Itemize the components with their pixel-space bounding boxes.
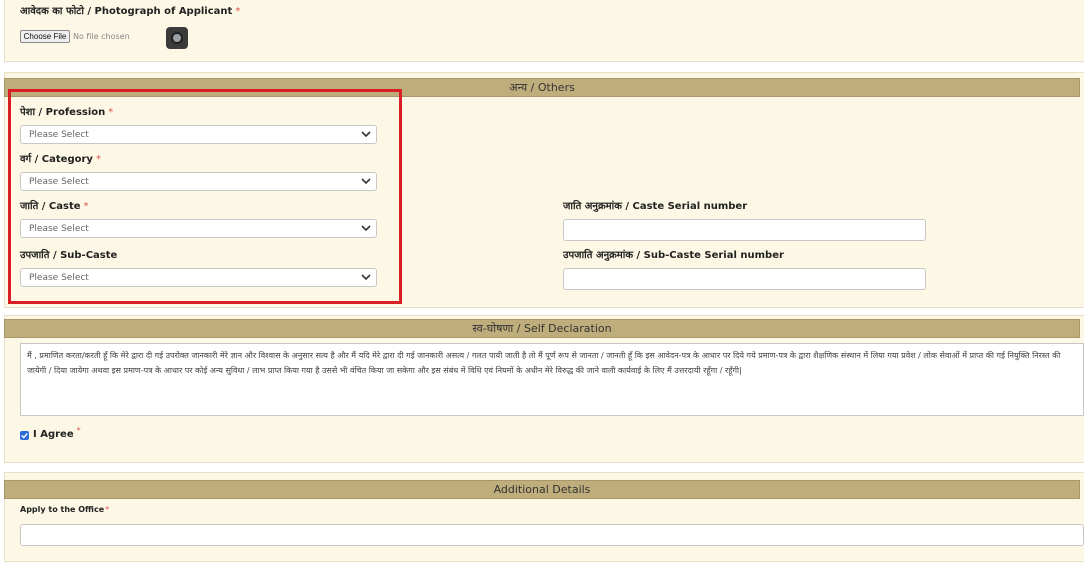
category-label-text: वर्ग / Category xyxy=(20,154,93,165)
file-status: No file chosen xyxy=(73,32,130,41)
caste-label-text: जाति / Caste xyxy=(20,201,81,212)
office-label-text: Apply to the Office xyxy=(20,505,105,514)
chevron-down-icon xyxy=(361,225,371,232)
caste-serial-input[interactable] xyxy=(563,219,926,241)
camera-icon[interactable] xyxy=(166,27,188,49)
camera-lens xyxy=(171,32,183,44)
subcaste-serial-input[interactable] xyxy=(563,268,926,290)
agree-label: I Agree * xyxy=(33,426,81,440)
profession-label: पेशा / Profession * xyxy=(20,104,113,118)
check-icon xyxy=(21,432,28,439)
required-mark: * xyxy=(95,154,101,165)
agree-label-text: I Agree xyxy=(33,429,74,440)
office-input[interactable] xyxy=(20,524,1084,546)
category-select[interactable]: Please Select xyxy=(20,172,377,191)
required-mark: * xyxy=(76,426,81,435)
profession-select-value: Please Select xyxy=(29,130,89,140)
required-mark: * xyxy=(105,505,110,514)
subcaste-select[interactable]: Please Select xyxy=(20,268,377,287)
subcaste-label-text: उपजाति / Sub-Caste xyxy=(20,250,118,261)
photo-label: आवेदक का फोटो / Photograph of Applicant * xyxy=(20,3,240,17)
subcaste-label: उपजाति / Sub-Caste xyxy=(20,247,117,261)
photo-label-text: आवेदक का फोटो / Photograph of Applicant xyxy=(20,6,233,17)
agree-checkbox[interactable] xyxy=(20,431,29,440)
subcaste-select-value: Please Select xyxy=(29,273,89,283)
chevron-down-icon xyxy=(361,274,371,281)
required-mark: * xyxy=(235,6,241,17)
required-mark: * xyxy=(108,107,114,118)
chevron-down-icon xyxy=(361,131,371,138)
chevron-down-icon xyxy=(361,178,371,185)
category-label: वर्ग / Category * xyxy=(20,151,101,165)
others-header: अन्य / Others xyxy=(4,78,1080,97)
caste-serial-label: जाति अनुक्रमांक / Caste Serial number xyxy=(563,201,748,212)
required-mark: * xyxy=(83,201,89,212)
choose-file-button[interactable]: Choose File xyxy=(20,30,70,43)
caste-label: जाति / Caste * xyxy=(20,198,89,212)
subcaste-serial-label: उपजाति अनुक्रमांक / Sub-Caste Serial num… xyxy=(563,250,784,261)
additional-header: Additional Details xyxy=(4,480,1080,499)
profession-label-text: पेशा / Profession xyxy=(20,107,106,118)
caste-select[interactable]: Please Select xyxy=(20,219,377,238)
caste-select-value: Please Select xyxy=(29,224,89,234)
category-select-value: Please Select xyxy=(29,177,89,187)
declaration-header: स्व-घोषणा / Self Declaration xyxy=(4,319,1080,338)
profession-select[interactable]: Please Select xyxy=(20,125,377,144)
declaration-textarea[interactable]: मैं , प्रमाणित करता/करती हूँ कि मेरे द्व… xyxy=(20,343,1084,416)
office-label: Apply to the Office* xyxy=(20,505,109,514)
